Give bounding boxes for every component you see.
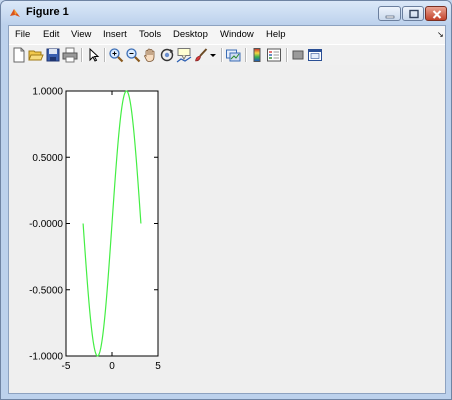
zoom-in-icon (109, 48, 124, 63)
toolbar-separator (104, 48, 106, 62)
menu-window[interactable]: Window (220, 29, 254, 40)
insert-legend-icon (267, 48, 281, 62)
insert-legend-button[interactable] (266, 47, 282, 63)
hide-plot-tools-button[interactable] (290, 47, 306, 63)
close-icon (432, 10, 442, 19)
menu-desktop[interactable]: Desktop (173, 29, 208, 40)
pan-hand-icon (144, 48, 155, 62)
close-button[interactable] (425, 6, 447, 21)
window-title: Figure 1 (26, 6, 69, 18)
x-tick-label: -5 (62, 361, 71, 372)
zoom-out-icon (126, 48, 141, 63)
zoom-in-button[interactable] (108, 47, 124, 63)
plot-canvas[interactable]: -1.0000 -0.5000 -0.0000 0.5000 1.0000 -5 0 5 (9, 65, 445, 393)
x-tick-label: 0 (109, 361, 115, 372)
show-plot-tools-icon (308, 49, 322, 61)
show-plot-tools-button[interactable] (307, 47, 323, 63)
maximize-button[interactable] (402, 6, 424, 21)
toolbar-separator (81, 48, 83, 62)
minimize-button[interactable] (378, 6, 401, 21)
edit-plot-arrow-icon (89, 47, 100, 62)
y-tick-label: 0.5000 (32, 153, 63, 164)
edit-plot-button[interactable] (85, 47, 101, 63)
new-figure-button[interactable] (11, 47, 27, 63)
rotate-3d-button[interactable] (159, 47, 175, 63)
figure-window: Figure 1 File Edit View Insert Tools Des… (0, 0, 452, 400)
maximize-icon (409, 9, 419, 19)
toolbar-separator (286, 48, 288, 62)
brush-icon (195, 48, 208, 62)
y-tick-label: -0.0000 (29, 219, 63, 230)
data-cursor-icon (176, 48, 192, 63)
figure-canvas-area: -1.0000 -0.5000 -0.0000 0.5000 1.0000 -5 0 5 (9, 65, 445, 393)
figure-client-area: File Edit View Insert Tools Desktop Wind… (8, 25, 446, 394)
link-plot-button[interactable] (225, 47, 241, 63)
hide-plot-tools-icon (292, 50, 304, 60)
new-figure-icon (13, 47, 25, 63)
menu-bar: File Edit View Insert Tools Desktop Wind… (9, 26, 445, 44)
toolbar-separator (245, 48, 247, 62)
save-icon (46, 48, 60, 62)
title-bar[interactable]: Figure 1 (1, 1, 451, 25)
toolbar-separator (221, 48, 223, 62)
rotate-3d-icon (160, 48, 174, 62)
menu-overflow-arrow-icon[interactable]: ↘ (437, 30, 444, 39)
brush-button[interactable] (193, 47, 209, 63)
y-tick-label: 1.0000 (32, 87, 63, 98)
pan-button[interactable] (142, 47, 158, 63)
minimize-icon (385, 15, 395, 19)
save-button[interactable] (45, 47, 61, 63)
print-icon (62, 47, 78, 63)
link-plot-icon (226, 49, 241, 62)
brush-dropdown-icon (210, 54, 216, 57)
menu-file[interactable]: File (15, 29, 30, 40)
matlab-logo-icon (10, 9, 20, 17)
menu-help[interactable]: Help (266, 29, 286, 40)
brush-dropdown-button[interactable] (209, 47, 217, 63)
insert-colorbar-button[interactable] (249, 47, 265, 63)
x-tick-label: 5 (155, 361, 161, 372)
zoom-out-button[interactable] (125, 47, 141, 63)
insert-colorbar-icon (253, 48, 261, 62)
open-file-button[interactable] (28, 47, 44, 63)
menu-tools[interactable]: Tools (139, 29, 161, 40)
menu-insert[interactable]: Insert (103, 29, 127, 40)
menu-edit[interactable]: Edit (43, 29, 59, 40)
data-cursor-button[interactable] (176, 47, 192, 63)
y-tick-label: -1.0000 (29, 352, 63, 363)
figure-toolbar (9, 44, 445, 66)
menu-view[interactable]: View (71, 29, 91, 40)
y-tick-label: -0.5000 (29, 285, 63, 296)
open-file-icon (28, 50, 44, 61)
print-button[interactable] (62, 47, 78, 63)
